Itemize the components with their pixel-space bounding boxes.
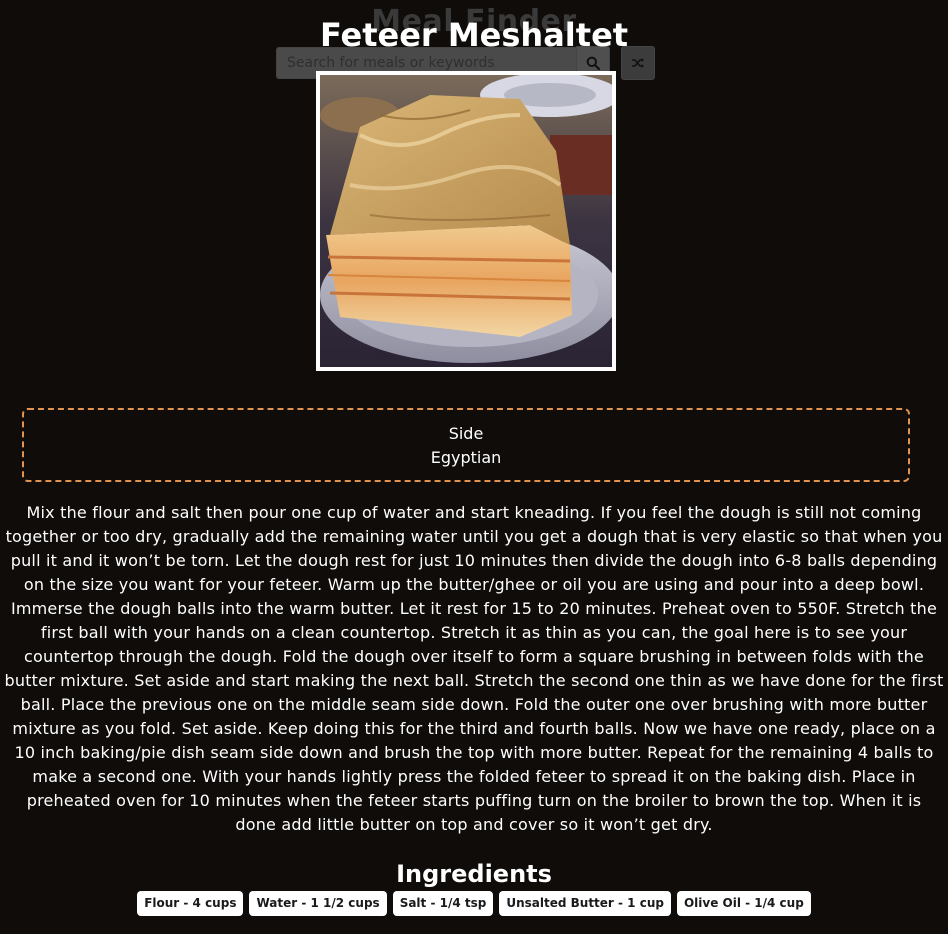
meal-image (316, 71, 616, 371)
meal-area: Egyptian (430, 448, 502, 467)
ingredient-item: Olive Oil - 1/4 cup (676, 891, 811, 916)
shuffle-icon (632, 58, 644, 68)
search-icon (586, 56, 600, 70)
meal-info-box: Side Egyptian (22, 408, 910, 482)
meal-category: Side (448, 424, 484, 443)
ingredients-list: Flour - 4 cups Water - 1 1/2 cups Salt -… (0, 891, 948, 916)
ingredient-item: Flour - 4 cups (137, 891, 244, 916)
meal-instructions: Mix the flour and salt then pour one cup… (4, 503, 944, 834)
meal-photo (320, 75, 612, 367)
ingredients-heading: Ingredients (396, 860, 552, 888)
ingredient-item: Unsalted Butter - 1 cup (499, 891, 671, 916)
meal-title: Feteer Meshaltet (319, 16, 629, 54)
meal-finder-page: Meal Finder Feteer Meshaltet (0, 0, 948, 934)
ingredient-item: Water - 1 1/2 cups (249, 891, 387, 916)
ingredient-item: Salt - 1/4 tsp (392, 891, 494, 916)
